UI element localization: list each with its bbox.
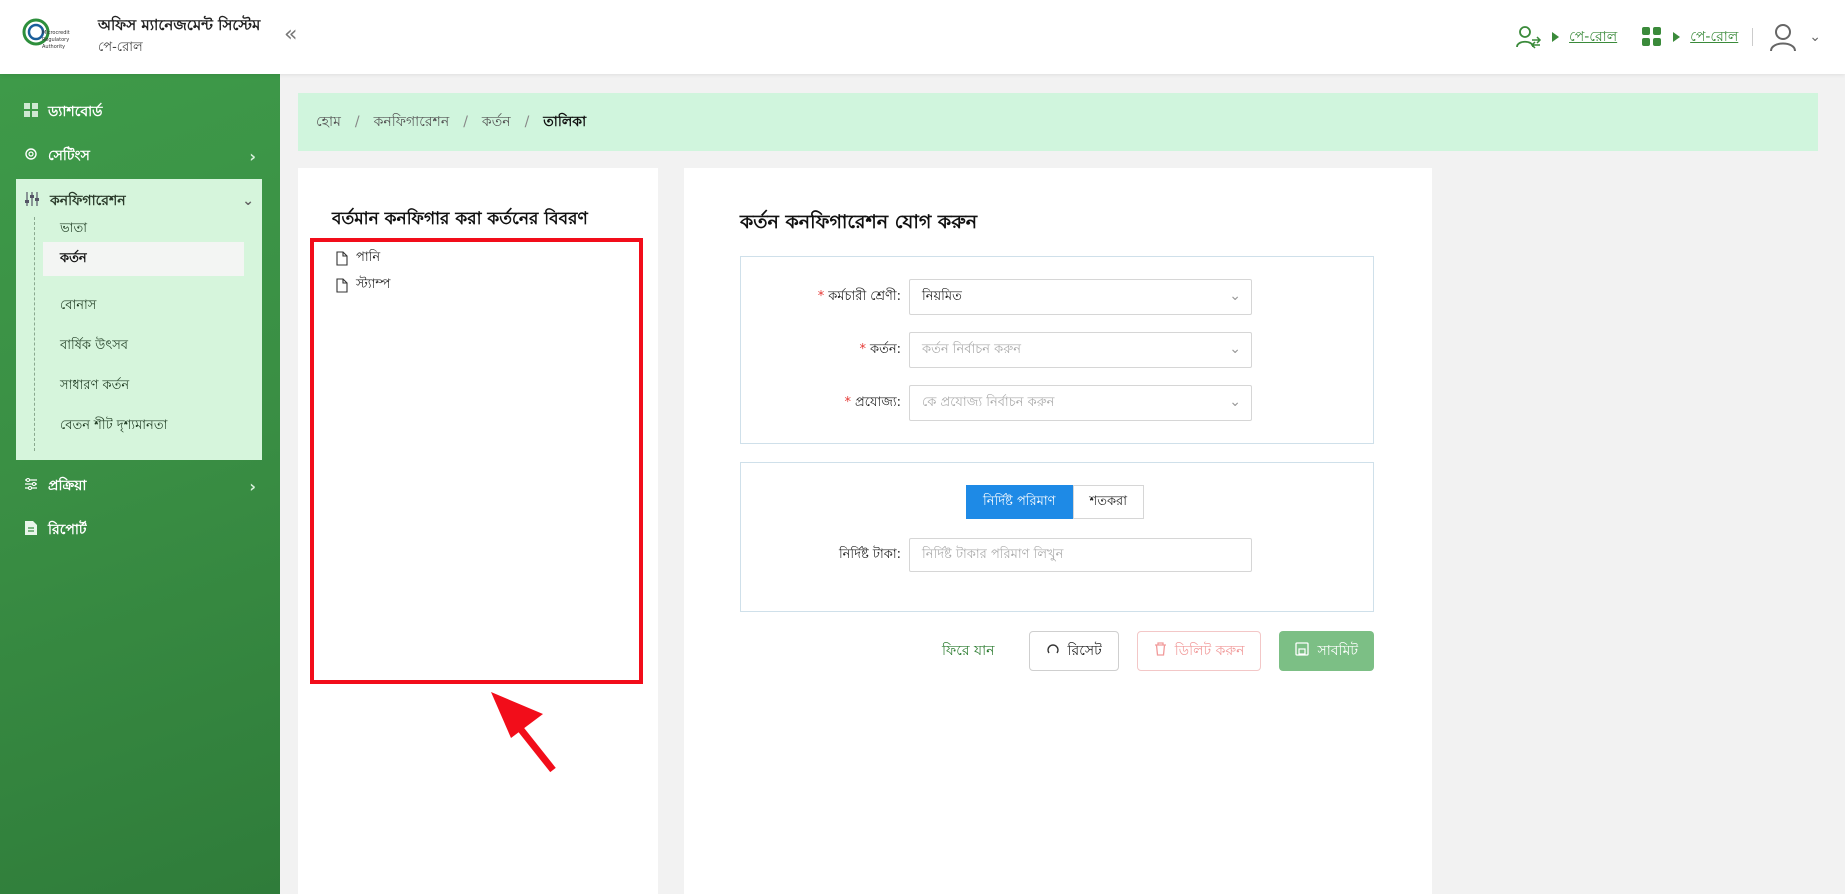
sidebar-item-report[interactable]: রিপোর্ট: [24, 518, 256, 542]
collapse-sidebar-icon[interactable]: «: [284, 22, 297, 47]
breadcrumb-configuration[interactable]: কনফিগারেশন: [374, 110, 450, 134]
grid-icon: [24, 103, 38, 121]
gear-icon: [24, 147, 38, 165]
breadcrumb: হোম / কনফিগারেশন / কর্তন / তালিকা: [298, 93, 1818, 151]
deduction-row: * কর্তন: কর্তন নির্বাচন করুন ⌄: [741, 332, 1375, 368]
app-title: অফিস ম্যানেজমেন্ট সিস্টেম: [98, 16, 261, 34]
sidebar: ড্যাশবোর্ড সেটিংস › কনফিগারেশন ⌄ ভাতা কর…: [0, 74, 280, 894]
mra-logo: Microcredit Regulatory Authority: [22, 18, 70, 50]
caret-right-icon: [1673, 32, 1681, 42]
fixed-amount-label: নির্দিষ্ট টাকা:: [838, 546, 901, 562]
back-button[interactable]: ফিরে যান: [926, 631, 1011, 671]
header-divider: [1752, 28, 1754, 46]
breadcrumb-deduction[interactable]: কর্তন: [482, 110, 511, 134]
config-submenu: কনফিগারেশন ⌄ ভাতা কর্তন বোনাস বার্ষিক উৎ…: [16, 179, 262, 460]
svg-text:Authority: Authority: [42, 44, 65, 50]
svg-text:Regulatory: Regulatory: [42, 37, 69, 43]
employee-class-label: * কর্মচারী শ্রেণী:: [817, 288, 901, 304]
breadcrumb-home[interactable]: হোম: [316, 110, 341, 134]
amount-type-toggle: নির্দিষ্ট পরিমাণ শতকরা: [966, 485, 1144, 519]
chevron-down-icon: ⌄: [1229, 341, 1241, 357]
tree-node-label: পানি: [356, 250, 381, 265]
caret-right-icon: [1552, 32, 1560, 42]
sidebar-item-label: কনফিগারেশন: [50, 193, 126, 209]
app-subtitle: পে-রোল: [98, 40, 143, 55]
sidebar-subitem-annual-festival[interactable]: বার্ষিক উৎসব: [60, 336, 128, 357]
module-link-payroll-2[interactable]: পে-রোল: [1690, 25, 1738, 49]
top-header: Microcredit Regulatory Authority অফিস ম্…: [0, 0, 1845, 74]
apps-grid-icon[interactable]: [1641, 26, 1663, 48]
submit-button[interactable]: সাবমিট: [1279, 631, 1374, 671]
sidebar-subitem-deduction[interactable]: কর্তন: [43, 242, 244, 276]
sidebar-subitem-bonus[interactable]: বোনাস: [60, 296, 96, 317]
applicable-select[interactable]: কে প্রযোজ্য নির্বাচন করুন ⌄: [909, 385, 1252, 421]
configured-deductions-panel: বর্তমান কনফিগার করা কর্তনের বিবরণ পানি স…: [298, 168, 658, 894]
sidebar-item-label: ড্যাশবোর্ড: [48, 104, 103, 120]
sidebar-item-dashboard[interactable]: ড্যাশবোর্ড: [24, 100, 256, 124]
employee-class-select[interactable]: নিয়মিত ⌄: [909, 279, 1252, 315]
sidebar-subitem-general-deduction[interactable]: সাধারণ কর্তন: [60, 376, 129, 397]
sidebar-item-label: সেটিংস: [48, 148, 90, 164]
fixed-amount-input[interactable]: নির্দিষ্ট টাকার পরিমাণ লিখুন: [909, 538, 1252, 572]
deduction-select[interactable]: কর্তন নির্বাচন করুন ⌄: [909, 332, 1252, 368]
employee-class-row: * কর্মচারী শ্রেণী: নিয়মিত ⌄: [741, 279, 1375, 315]
applicable-label: * প্রযোজ্য:: [844, 394, 901, 410]
user-avatar-icon[interactable]: [1767, 21, 1799, 53]
sidebar-item-settings[interactable]: সেটিংস ›: [24, 144, 256, 168]
fixed-amount-row: নির্দিষ্ট টাকা: নির্দিষ্ট টাকার পরিমাণ ল…: [741, 537, 1375, 573]
chevron-right-icon: ›: [249, 146, 256, 166]
selection-group: * কর্মচারী শ্রেণী: নিয়মিত ⌄ * কর্তন: কর্ত…: [740, 256, 1374, 444]
sidebar-item-label: প্রক্রিয়া: [48, 478, 87, 494]
percentage-toggle[interactable]: শতকরা: [1072, 485, 1144, 519]
fixed-amount-toggle[interactable]: নির্দিষ্ট পরিমাণ: [966, 485, 1073, 519]
save-icon: [1295, 642, 1310, 660]
deduction-config-form: কর্তন কনফিগারেশন যোগ করুন * কর্মচারী শ্রে…: [684, 168, 1432, 894]
applicable-row: * প্রযোজ্য: কে প্রযোজ্য নির্বাচন করুন ⌄: [741, 385, 1375, 421]
tree-guide-line: [34, 217, 35, 451]
page-scrollbar[interactable]: [1835, 74, 1845, 894]
filter-icon: [24, 477, 38, 495]
sidebar-subitem-salary-sheet-visibility[interactable]: বেতন শীট দৃশ্যমানতা: [60, 416, 167, 437]
reload-icon: [1046, 642, 1060, 660]
svg-text:Microcredit: Microcredit: [42, 30, 70, 36]
file-icon: [336, 251, 348, 266]
user-switch-icon: [1516, 26, 1542, 49]
reset-button[interactable]: রিসেট: [1028, 631, 1119, 671]
chevron-right-icon: ›: [249, 476, 256, 496]
module-link-payroll-1[interactable]: পে-রোল: [1569, 25, 1617, 49]
form-title: কর্তন কনফিগারেশন যোগ করুন: [740, 211, 978, 233]
red-arrow-annotation: [491, 692, 556, 773]
panel-title: বর্তমান কনফিগার করা কর্তনের বিবরণ: [332, 209, 588, 229]
tree-node-label: স্ট্যাম্প: [356, 277, 391, 292]
sidebar-item-configuration[interactable]: কনফিগারেশন ⌄: [24, 189, 254, 213]
sidebar-subitem-allowance[interactable]: ভাতা: [60, 219, 87, 240]
deduction-label: * কর্তন:: [859, 341, 902, 357]
breadcrumb-current: তালিকা: [543, 114, 587, 130]
user-menu-chevron-icon[interactable]: ⌄: [1809, 29, 1821, 45]
sliders-icon: [24, 191, 40, 211]
breadcrumb-separator: /: [354, 114, 360, 130]
amount-group: নির্দিষ্ট পরিমাণ শতকরা নির্দিষ্ট টাকা: ন…: [740, 462, 1374, 612]
file-icon: [336, 278, 348, 293]
highlight-box: [310, 238, 643, 684]
chevron-down-icon: ⌄: [1229, 288, 1241, 304]
tree-node-water[interactable]: পানি: [336, 248, 380, 269]
tree-node-stamp[interactable]: স্ট্যাম্প: [336, 275, 390, 296]
chevron-down-icon: ⌄: [242, 193, 254, 209]
chevron-down-icon: ⌄: [1229, 394, 1241, 410]
trash-icon: [1154, 642, 1167, 660]
delete-button[interactable]: ডিলিট করুন: [1136, 631, 1262, 671]
document-icon: [24, 520, 38, 540]
form-actions: ফিরে যান রিসেট ডিলিট করুন সাবমিট: [926, 631, 1374, 671]
sidebar-item-label: রিপোর্ট: [48, 522, 87, 538]
breadcrumb-separator: /: [524, 114, 530, 130]
header-actions: পে-রোল পে-রোল ⌄: [1514, 18, 1821, 56]
breadcrumb-separator: /: [463, 114, 468, 130]
sidebar-item-process[interactable]: প্রক্রিয়া ›: [24, 474, 256, 498]
